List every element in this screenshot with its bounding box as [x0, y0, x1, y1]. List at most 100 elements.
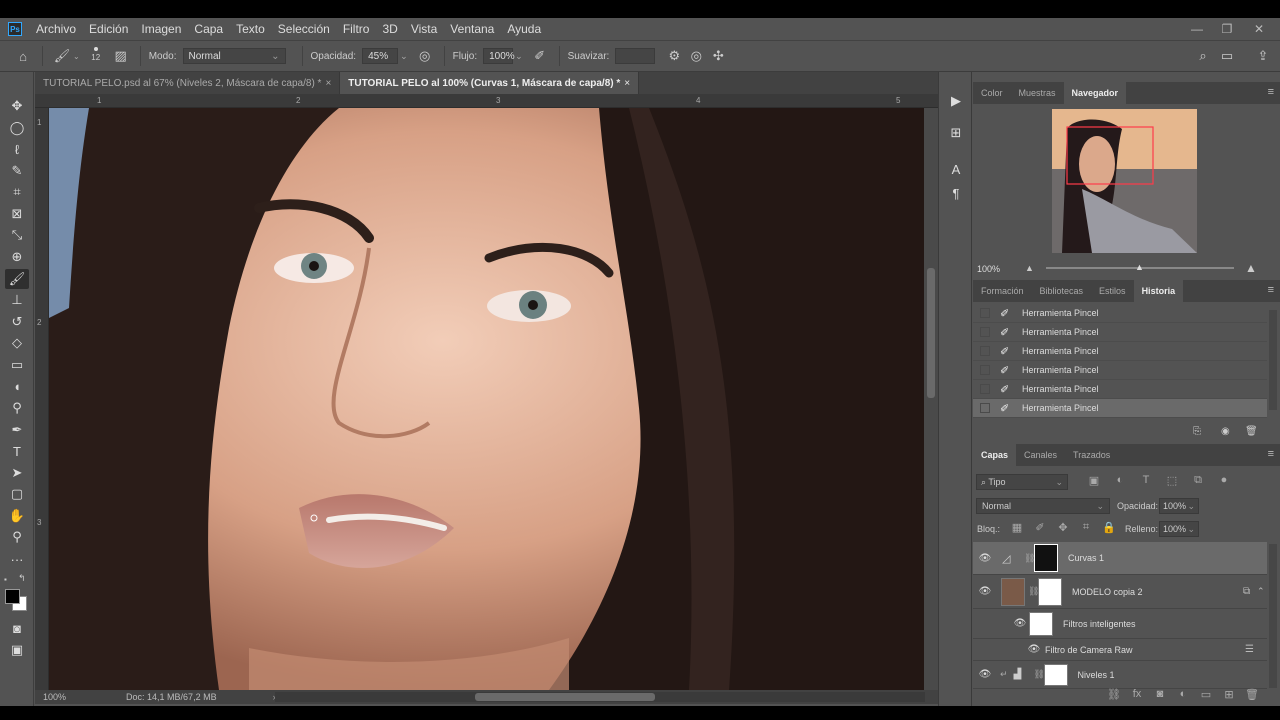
quick-select-tool-icon[interactable]: ✎ [5, 161, 29, 181]
panel-menu-icon[interactable]: ≡ [1268, 284, 1274, 296]
filter-adjustment-icon[interactable]: ◐ [1109, 474, 1131, 487]
path-selection-tool-icon[interactable]: ➤ [5, 463, 29, 483]
swap-colors-icon[interactable]: ↰ [18, 573, 28, 583]
layers-scrollbar[interactable] [1269, 544, 1277, 688]
new-layer-icon[interactable]: ⊞ [1218, 688, 1240, 701]
crop-tool-icon[interactable]: ⌗ [5, 182, 29, 202]
symmetry-icon[interactable]: ✣ [707, 45, 729, 67]
home-icon[interactable]: ⌂ [12, 45, 34, 67]
hand-tool-icon[interactable]: ✋ [5, 506, 29, 526]
default-colors-icon[interactable]: ▪ [4, 575, 14, 585]
smooth-input[interactable] [615, 48, 656, 64]
visibility-eye-icon[interactable]: 👁 [978, 553, 992, 564]
tab-doc-1[interactable]: TUTORIAL PELO.psd al 67% (Niveles 2, Más… [35, 72, 341, 94]
layer-name[interactable]: Niveles 1 [1078, 670, 1115, 680]
zoom-tool-icon[interactable]: ⚲ [5, 527, 29, 547]
visibility-eye-icon[interactable]: 👁 [1013, 618, 1027, 629]
link-icon[interactable]: ⛓ [1024, 553, 1035, 564]
horizontal-scrollbar-thumb[interactable] [475, 693, 655, 701]
snapshot-icon[interactable]: ◉ [1221, 426, 1230, 437]
layer-name[interactable]: Curvas 1 [1068, 553, 1104, 563]
search-icon[interactable]: ⌕ [1192, 45, 1214, 67]
more-tools-icon[interactable]: ··· [5, 549, 29, 569]
restore-icon[interactable]: ❐ [1212, 18, 1242, 40]
tab-trazados[interactable]: Trazados [1065, 444, 1118, 466]
visibility-eye-icon[interactable]: 👁 [978, 669, 992, 680]
tab-canales[interactable]: Canales [1016, 444, 1065, 466]
document-canvas[interactable] [49, 108, 924, 690]
filter-shape-icon[interactable]: ⬚ [1161, 474, 1183, 487]
layer-row-selected[interactable]: 👁 ◿ ⛓ Curvas 1 [973, 542, 1267, 575]
brush-size-picker[interactable]: 12 [82, 44, 110, 68]
tab-muestras[interactable]: Muestras [1011, 82, 1064, 104]
history-brush-tool-icon[interactable]: ↺ [5, 312, 29, 332]
history-item[interactable]: ✐ Herramienta Pincel [973, 380, 1267, 399]
menu-archivo[interactable]: Archivo [31, 22, 84, 36]
healing-brush-tool-icon[interactable]: ⊕ [5, 247, 29, 267]
shape-tool-icon[interactable]: ▢ [5, 484, 29, 504]
navigator-zoom-value[interactable]: 100% [977, 264, 1000, 274]
link-icon[interactable]: ⛓ [1028, 586, 1039, 597]
close-tab-icon[interactable]: × [325, 78, 331, 89]
tab-formacion[interactable]: Formación [973, 280, 1032, 302]
navigator-thumbnail[interactable] [1052, 109, 1197, 253]
blend-mode-select[interactable]: Normal ⌄ [976, 498, 1110, 514]
flow-input[interactable]: 100% [483, 48, 515, 64]
menu-vista[interactable]: Vista [406, 22, 445, 36]
canvas-vertical-scrollbar[interactable] [924, 108, 938, 690]
layer-opacity-input[interactable]: 100% ⌄ [1159, 498, 1199, 514]
lasso-tool-icon[interactable]: ℓ [5, 139, 29, 159]
collapse-arrow-icon[interactable]: ⌃ [1257, 586, 1265, 597]
blur-tool-icon[interactable]: ◖ [5, 376, 29, 396]
play-action-icon[interactable]: ▶ [945, 90, 967, 112]
lock-artboard-icon[interactable]: ⌗ [1075, 521, 1097, 534]
zoom-in-icon[interactable]: ▲ [1245, 261, 1257, 275]
lock-transparent-icon[interactable]: ▦ [1006, 521, 1028, 534]
tab-navegador[interactable]: Navegador [1063, 82, 1127, 104]
new-document-from-state-icon[interactable]: ⎘ [1193, 426, 1201, 437]
navigator-zoom-handle[interactable]: ▲ [1135, 262, 1144, 272]
visibility-eye-icon[interactable]: 👁 [978, 586, 992, 597]
lock-position-icon[interactable]: ✥ [1052, 521, 1074, 534]
scrollbar-thumb[interactable] [927, 268, 935, 398]
airbrush-icon[interactable]: ✐ [529, 45, 551, 67]
fill-input[interactable]: 100% ⌄ [1159, 521, 1199, 537]
panel-menu-icon[interactable]: ≡ [1268, 448, 1274, 460]
zoom-out-icon[interactable]: ▲ [1025, 263, 1034, 273]
eraser-tool-icon[interactable]: ◇ [5, 333, 29, 353]
marquee-tool-icon[interactable]: ◯ [5, 118, 29, 138]
lock-all-icon[interactable]: 🔒 [1098, 521, 1120, 534]
layer-filter-select[interactable]: ⌕ Tipo ⌄ [976, 474, 1068, 490]
link-icon[interactable]: ⛓ [1034, 669, 1045, 680]
menu-capa[interactable]: Capa [189, 22, 231, 36]
clone-stamp-tool-icon[interactable]: ⊥ [5, 290, 29, 310]
brush-tool-icon[interactable]: 🖌 [5, 269, 29, 289]
properties-icon[interactable]: ⊞ [945, 122, 967, 144]
menu-edicion[interactable]: Edición [84, 22, 136, 36]
type-tool-icon[interactable]: T [5, 441, 29, 461]
visibility-eye-icon[interactable]: 👁 [1027, 644, 1041, 655]
layer-mask-thumbnail[interactable] [1043, 663, 1068, 686]
history-item[interactable]: ✐ Herramienta Pincel [973, 304, 1267, 323]
opacity-dropdown-icon[interactable]: ⌄ [400, 51, 408, 62]
menu-3d[interactable]: 3D [377, 22, 405, 36]
delete-layer-icon[interactable]: 🗑 [1241, 688, 1263, 701]
menu-seleccion[interactable]: Selección [273, 22, 338, 36]
quick-mask-icon[interactable]: ◙ [5, 618, 29, 638]
brush-settings-icon[interactable]: ▨ [110, 45, 132, 67]
smart-filters-label[interactable]: Filtros inteligentes [1063, 619, 1136, 629]
menu-filtro[interactable]: Filtro [338, 22, 378, 36]
layer-thumbnail[interactable] [1001, 577, 1025, 606]
smart-filter-mask-thumbnail[interactable] [1029, 611, 1053, 636]
dodge-tool-icon[interactable]: ⚲ [5, 398, 29, 418]
history-item[interactable]: ✐ Herramienta Pincel [973, 361, 1267, 380]
panel-menu-icon[interactable]: ≡ [1268, 86, 1274, 98]
menu-imagen[interactable]: Imagen [136, 22, 189, 36]
tab-bibliotecas[interactable]: Bibliotecas [1032, 280, 1092, 302]
filter-toggle-icon[interactable]: ● [1213, 474, 1235, 487]
history-item[interactable]: ✐ Herramienta Pincel [973, 342, 1267, 361]
tab-color[interactable]: Color [973, 82, 1011, 104]
history-item[interactable]: ✐ Herramienta Pincel [973, 323, 1267, 342]
brush-preset-icon[interactable]: 🖌 [51, 45, 73, 67]
tab-doc-2[interactable]: TUTORIAL PELO al 100% (Curvas 1, Máscara… [340, 72, 640, 94]
